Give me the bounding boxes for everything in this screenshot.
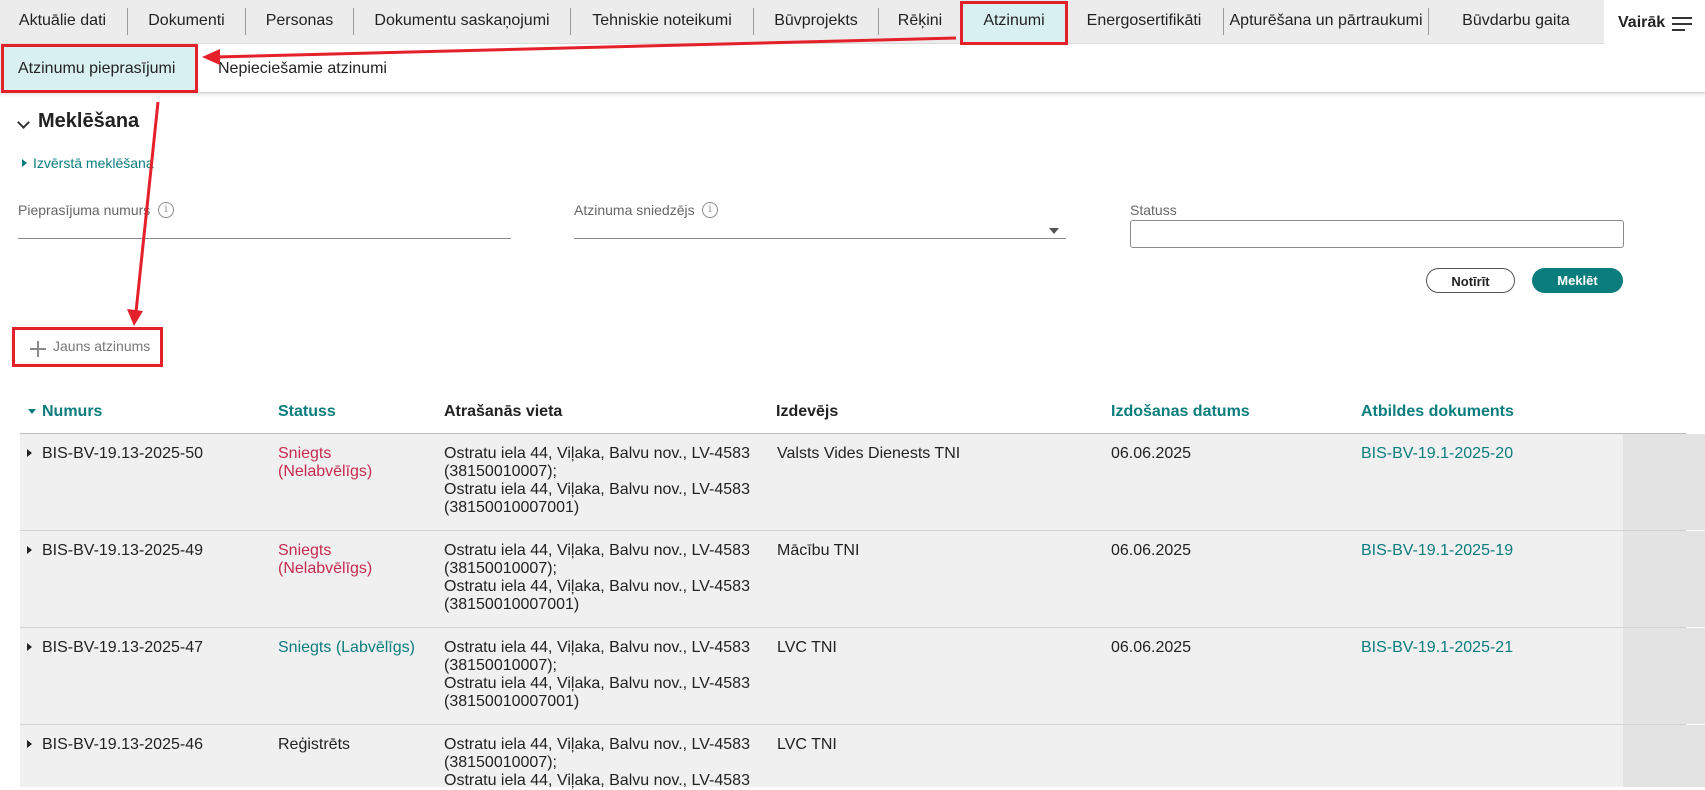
annotation-arrow-subtab-to-button <box>134 101 160 313</box>
annotation-arrow-tab-to-subtab <box>215 36 957 59</box>
annotation-arrows <box>127 36 957 326</box>
arrowhead <box>202 49 220 65</box>
arrowhead <box>127 309 143 326</box>
